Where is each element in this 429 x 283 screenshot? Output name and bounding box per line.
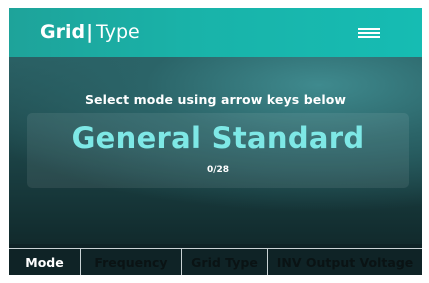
tab-frequency[interactable]: Frequency <box>81 249 182 275</box>
tab-inv-output-voltage[interactable]: INV Output Voltage <box>268 249 422 275</box>
tab-mode[interactable]: Mode <box>9 249 81 275</box>
page-title-section: Grid <box>40 21 86 43</box>
bottom-tab-bar: Mode Frequency Grid Type INV Output Volt… <box>9 248 422 275</box>
mode-display-panel: General Standard 0/28 <box>27 113 409 188</box>
tab-grid-type[interactable]: Grid Type <box>182 249 268 275</box>
mode-counter: 0/28 <box>206 165 230 175</box>
header-bar: Grid| Type <box>9 8 422 57</box>
device-screen: Grid| Type Select mode using arrow keys b… <box>9 8 422 275</box>
title-separator: | <box>86 21 94 43</box>
page-title-subsection: Type <box>96 21 140 43</box>
instruction-text: Select mode using arrow keys below <box>84 92 347 107</box>
main-content: Select mode using arrow keys below Gener… <box>9 57 422 244</box>
selected-mode-value: General Standard <box>71 121 365 155</box>
hamburger-menu-icon[interactable] <box>354 22 384 44</box>
page-title: Grid| Type <box>40 20 140 44</box>
